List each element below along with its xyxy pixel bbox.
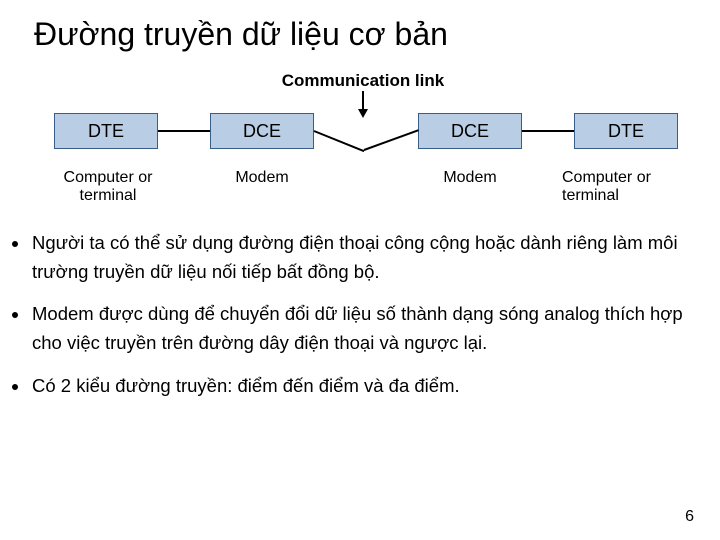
diagram: DTE DCE DCE DTE <box>38 99 678 163</box>
box-dce-right: DCE <box>418 113 522 149</box>
link-vee-left <box>314 130 365 152</box>
label-text: terminal <box>562 187 619 204</box>
link-dte-dce-left <box>158 130 210 132</box>
box-dte-left: DTE <box>54 113 158 149</box>
label-modem-left: Modem <box>206 169 318 187</box>
label-computer-left: Computer or terminal <box>38 169 178 206</box>
label-modem-right: Modem <box>414 169 526 187</box>
label-text: Computer or <box>64 169 153 186</box>
page-title: Đường truyền dữ liệu cơ bản <box>34 16 702 53</box>
list-item: Có 2 kiểu đường truyền: điểm đến điểm và… <box>30 372 702 401</box>
page-number: 6 <box>685 508 694 526</box>
slide: Đường truyền dữ liệu cơ bản Communicatio… <box>0 0 720 540</box>
arrow-head-icon <box>358 109 368 118</box>
box-dce-left: DCE <box>210 113 314 149</box>
list-item: Modem được dùng để chuyển đổi dữ liệu số… <box>30 300 702 357</box>
link-dce-dte-right <box>522 130 574 132</box>
box-dte-right: DTE <box>574 113 678 149</box>
bullet-list: Người ta có thể sử dụng đường điện thoại… <box>44 229 702 400</box>
label-computer-right: Computer or terminal <box>554 169 694 206</box>
label-text: Computer or <box>562 169 651 186</box>
comm-link-label: Communication link <box>24 71 702 91</box>
label-text: terminal <box>80 187 137 204</box>
list-item: Người ta có thể sử dụng đường điện thoại… <box>30 229 702 286</box>
link-vee-right <box>364 129 419 151</box>
